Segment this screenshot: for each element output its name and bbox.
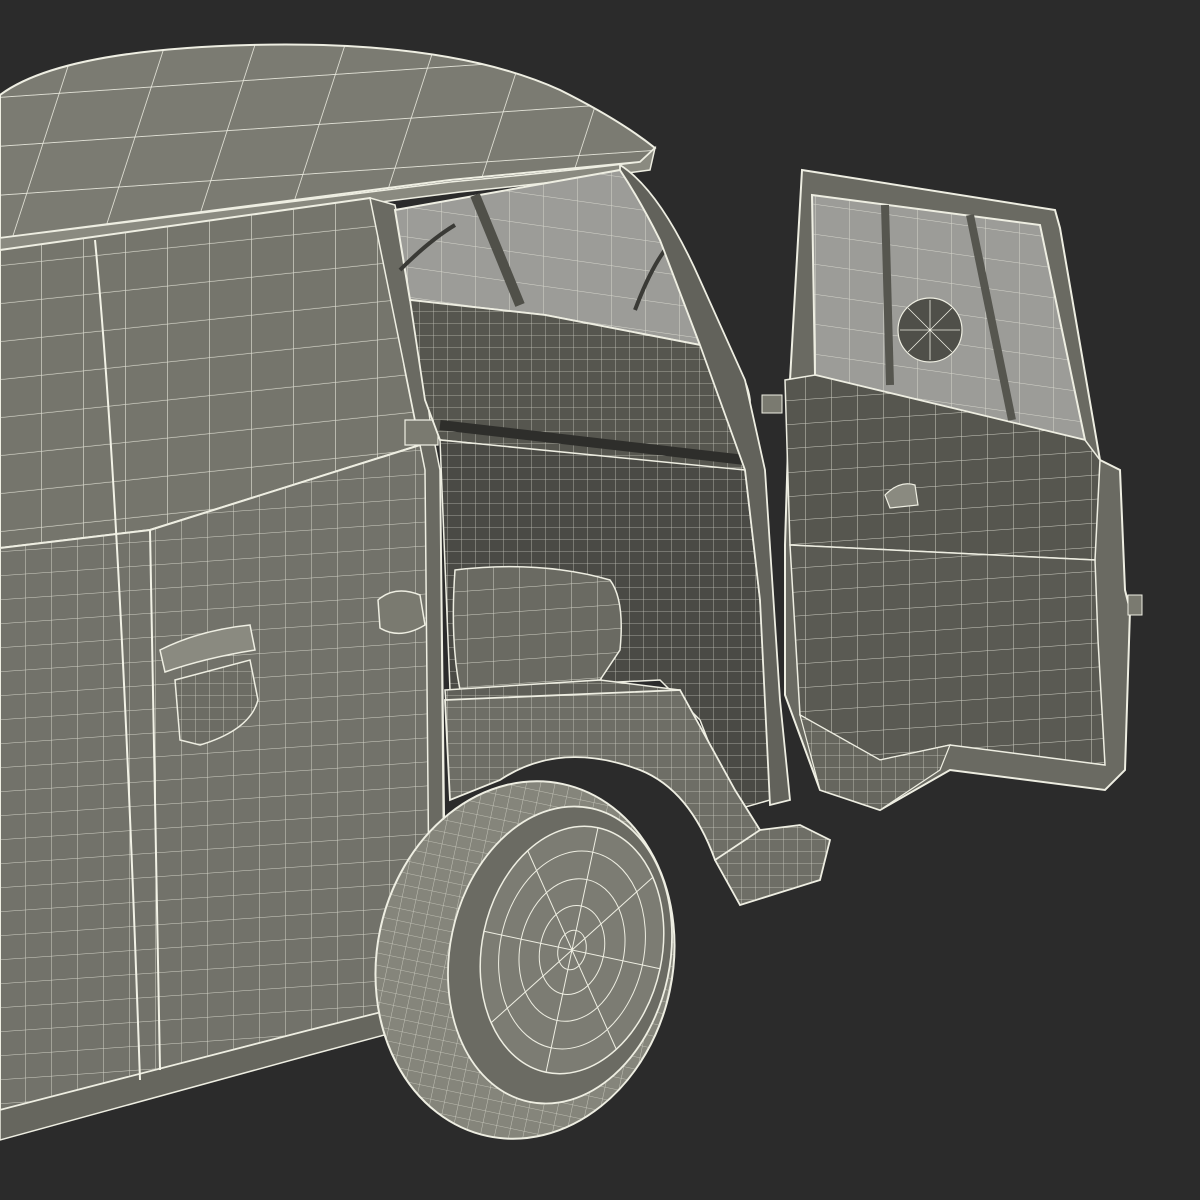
door-hinge-lower bbox=[1127, 594, 1143, 616]
van-wireframe-scene bbox=[0, 0, 1200, 1200]
door-hinge-upper bbox=[761, 394, 783, 414]
render-canvas bbox=[0, 0, 1200, 1200]
hinge bbox=[377, 590, 426, 634]
